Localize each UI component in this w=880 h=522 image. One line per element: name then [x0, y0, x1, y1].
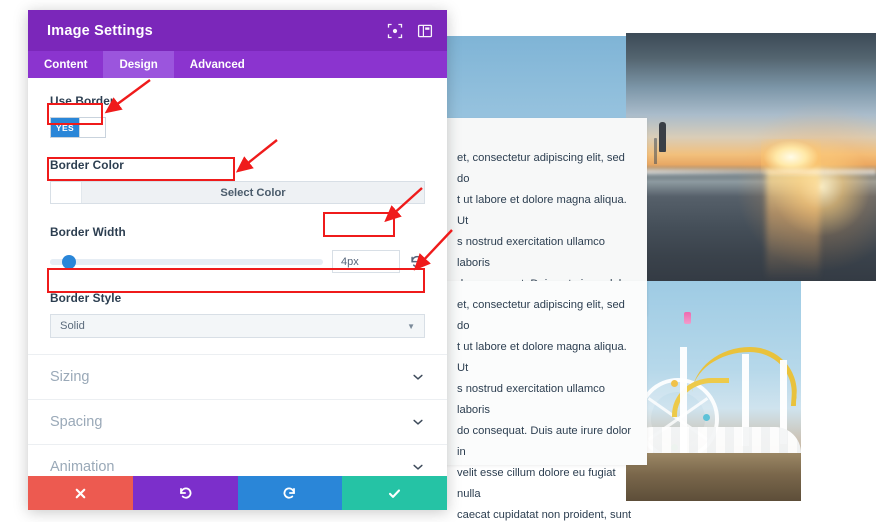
panel-accordion: Sizing Spacing Animation: [28, 354, 447, 476]
accordion-row-spacing[interactable]: Spacing: [28, 400, 447, 445]
tab-design[interactable]: Design: [103, 51, 174, 78]
select-color-label: Select Color: [220, 186, 286, 199]
border-width-label: Border Width: [50, 225, 126, 239]
pier-pavilion-roof: [626, 426, 801, 453]
select-color-button[interactable]: Select Color: [50, 181, 425, 204]
border-width-slider[interactable]: [50, 254, 323, 269]
field-use-border: Use Border YES: [28, 78, 447, 138]
panel-footer: [28, 476, 447, 510]
use-border-toggle[interactable]: YES: [50, 117, 106, 138]
lorem-text-block: et, consectetur adipiscing elit, sed do …: [443, 281, 647, 521]
sun-reflection: [766, 166, 820, 281]
focus-target-icon[interactable]: [387, 23, 403, 39]
border-style-label: Border Style: [50, 291, 122, 305]
accordion-row-sizing[interactable]: Sizing: [28, 355, 447, 400]
chevron-down-icon: [411, 415, 425, 429]
panel-header: Image Settings: [28, 10, 447, 51]
panel-title: Image Settings: [47, 22, 153, 39]
panel-tabs: Content Design Advanced: [28, 51, 447, 78]
field-border-color: Border Color Select Color: [28, 138, 447, 204]
close-x-icon: [75, 488, 86, 498]
toggle-knob: [79, 118, 105, 137]
chevron-down-icon: ▼: [407, 321, 415, 331]
undo-arrow-icon: [179, 487, 192, 499]
surf-line: [626, 169, 876, 176]
border-style-value: Solid: [60, 320, 85, 332]
field-border-width: Border Width 4px: [28, 204, 447, 273]
redo-arrow-icon: [283, 487, 296, 499]
chevron-down-icon: [411, 460, 425, 474]
lorem-paragraph: et, consectetur adipiscing elit, sed do …: [457, 299, 632, 521]
reset-undo-icon[interactable]: [409, 254, 425, 270]
screenshot-stage: et, consectetur adipiscing elit, sed do …: [0, 0, 880, 522]
save-button[interactable]: [342, 476, 447, 510]
kite-detail: [683, 311, 691, 324]
accordion-label: Spacing: [50, 414, 103, 430]
tab-advanced[interactable]: Advanced: [174, 51, 261, 78]
panel-header-icons: [387, 23, 433, 39]
redo-button[interactable]: [237, 476, 343, 510]
border-width-slider-row: 4px: [50, 250, 425, 273]
pier-amusement-park-photo: [626, 281, 801, 501]
accordion-label: Animation: [50, 459, 115, 475]
border-color-label: Border Color: [50, 158, 124, 172]
layout-columns-icon[interactable]: [417, 23, 433, 39]
undo-button[interactable]: [132, 476, 238, 510]
accordion-label: Sizing: [50, 369, 90, 385]
color-swatch: [51, 182, 82, 203]
slider-thumb[interactable]: [62, 254, 77, 269]
surfer-silhouette: [658, 122, 666, 153]
cancel-button[interactable]: [28, 476, 133, 510]
beach-sunset-surfer-photo: [626, 33, 876, 281]
tab-content[interactable]: Content: [28, 51, 103, 78]
image-settings-panel: Image Settings Content Design Advanced U…: [28, 10, 447, 510]
field-border-style: Border Style Solid ▼: [28, 273, 447, 338]
toggle-yes-label: YES: [51, 118, 79, 137]
use-border-label: Use Border: [50, 94, 115, 108]
border-width-input[interactable]: 4px: [332, 250, 400, 273]
panel-body: Use Border YES Border Color Select Color…: [28, 78, 447, 476]
accordion-row-animation[interactable]: Animation: [28, 445, 447, 476]
checkmark-icon: [389, 488, 401, 498]
chevron-down-icon: [411, 370, 425, 384]
pier-deck: [626, 452, 801, 501]
ferris-light: [670, 379, 678, 387]
border-style-select[interactable]: Solid ▼: [50, 314, 425, 338]
